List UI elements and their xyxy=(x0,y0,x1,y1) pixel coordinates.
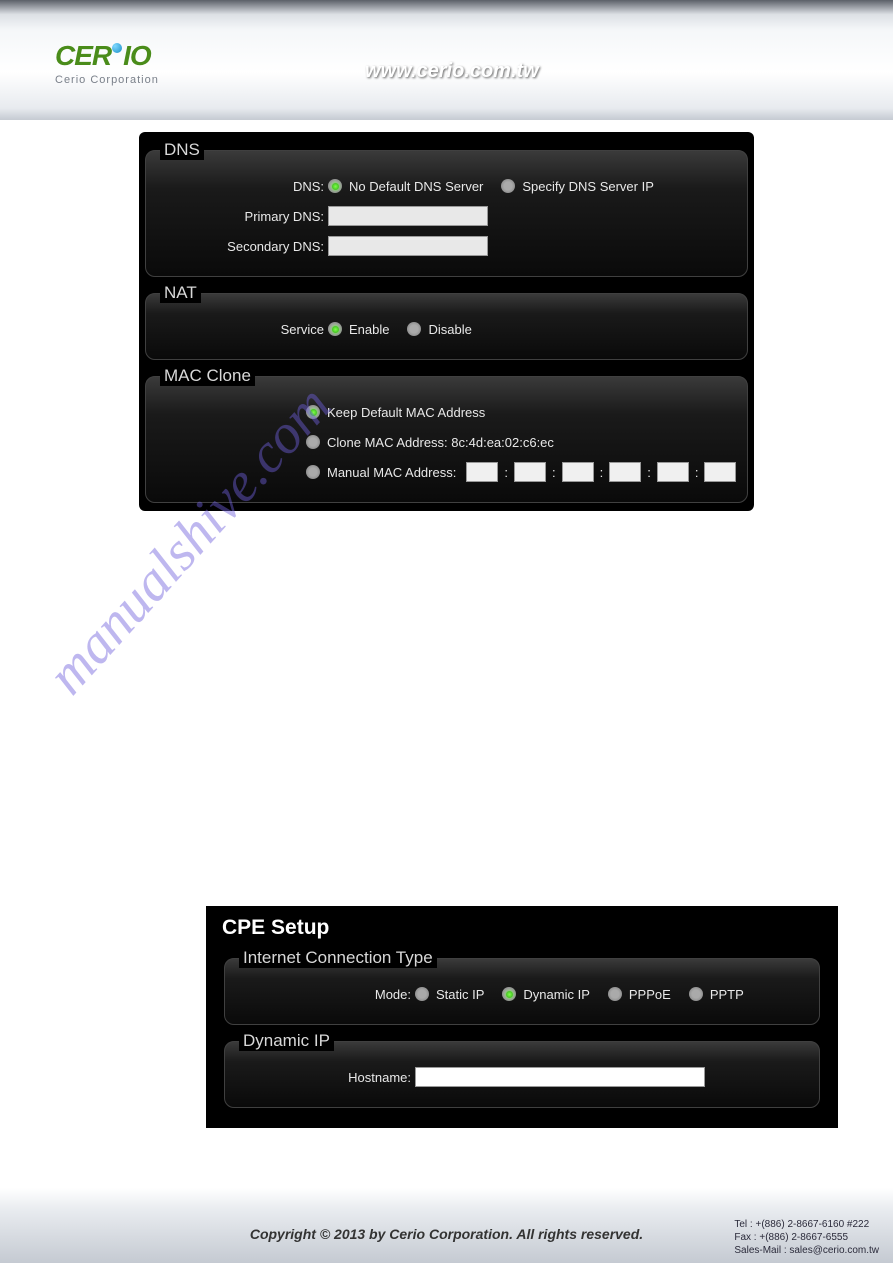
hostname-input[interactable] xyxy=(415,1067,705,1087)
primary-dns-label: Primary DNS: xyxy=(156,209,328,224)
nat-service-label: Service xyxy=(156,322,328,337)
mode-label: Mode: xyxy=(235,987,415,1002)
mac-input-6[interactable] xyxy=(704,462,736,482)
contact-sales: Sales-Mail : sales@cerio.com.tw xyxy=(734,1244,879,1257)
dns-radio-specify[interactable] xyxy=(501,179,515,193)
nat-fieldset: NAT Service Enable Disable xyxy=(145,283,748,360)
secondary-dns-label: Secondary DNS: xyxy=(156,239,328,254)
dns-label: DNS: xyxy=(156,179,328,194)
page-footer: Copyright © 2013 by Cerio Corporation. A… xyxy=(0,1188,893,1263)
primary-dns-input[interactable] xyxy=(328,206,488,226)
mode-radio-dynamic[interactable] xyxy=(502,987,516,1001)
mac-radio-keep-label: Keep Default MAC Address xyxy=(327,405,485,420)
hostname-label: Hostname: xyxy=(235,1070,415,1085)
settings-panel: DNS DNS: No Default DNS Server Specify D… xyxy=(139,132,754,511)
mode-radio-dynamic-label: Dynamic IP xyxy=(523,987,589,1002)
nat-legend: NAT xyxy=(160,283,201,303)
mac-input-1[interactable] xyxy=(466,462,498,482)
nat-radio-disable[interactable] xyxy=(407,322,421,336)
mac-input-3[interactable] xyxy=(562,462,594,482)
logo-subtitle: Cerio Corporation xyxy=(55,74,159,86)
mac-radio-clone[interactable] xyxy=(306,435,320,449)
mode-radio-pppoe-label: PPPoE xyxy=(629,987,671,1002)
mac-radio-manual-label: Manual MAC Address: xyxy=(327,465,456,480)
logo: CERIO Cerio Corporation xyxy=(55,40,159,86)
mode-radio-pppoe[interactable] xyxy=(608,987,622,1001)
connection-type-fieldset: Internet Connection Type Mode: Static IP… xyxy=(224,948,820,1025)
contact-tel: Tel : +(886) 2-8667-6160 #222 xyxy=(734,1218,879,1231)
mac-clone-legend: MAC Clone xyxy=(160,366,255,386)
contact-fax: Fax : +(886) 2-8667-6555 xyxy=(734,1231,879,1244)
connection-type-legend: Internet Connection Type xyxy=(239,948,437,968)
nat-radio-disable-label: Disable xyxy=(428,322,471,337)
mode-radio-static[interactable] xyxy=(415,987,429,1001)
page-header: CERIO Cerio Corporation www.cerio.com.tw xyxy=(0,0,893,120)
mac-clone-fieldset: MAC Clone Keep Default MAC Address Clone… xyxy=(145,366,748,503)
mac-radio-manual[interactable] xyxy=(306,465,320,479)
mac-input-2[interactable] xyxy=(514,462,546,482)
header-url: www.cerio.com.tw xyxy=(365,60,539,83)
mode-radio-pptp-label: PPTP xyxy=(710,987,744,1002)
dns-fieldset: DNS DNS: No Default DNS Server Specify D… xyxy=(145,140,748,277)
cpe-setup-panel: CPE Setup Internet Connection Type Mode:… xyxy=(206,906,838,1128)
secondary-dns-input[interactable] xyxy=(328,236,488,256)
mac-radio-clone-label: Clone MAC Address: 8c:4d:ea:02:c6:ec xyxy=(327,435,554,450)
dns-radio-no-default[interactable] xyxy=(328,179,342,193)
dns-radio-no-default-label: No Default DNS Server xyxy=(349,179,483,194)
dynamic-ip-fieldset: Dynamic IP Hostname: xyxy=(224,1031,820,1108)
dynamic-ip-legend: Dynamic IP xyxy=(239,1031,334,1051)
mode-radio-static-label: Static IP xyxy=(436,987,484,1002)
nat-radio-enable[interactable] xyxy=(328,322,342,336)
contact-info: Tel : +(886) 2-8667-6160 #222 Fax : +(88… xyxy=(734,1218,879,1257)
cpe-title: CPE Setup xyxy=(220,916,824,940)
mac-input-4[interactable] xyxy=(609,462,641,482)
dns-legend: DNS xyxy=(160,140,204,160)
mode-radio-pptp[interactable] xyxy=(689,987,703,1001)
nat-radio-enable-label: Enable xyxy=(349,322,389,337)
mac-input-5[interactable] xyxy=(657,462,689,482)
dns-radio-specify-label: Specify DNS Server IP xyxy=(522,179,654,194)
mac-radio-keep[interactable] xyxy=(306,405,320,419)
